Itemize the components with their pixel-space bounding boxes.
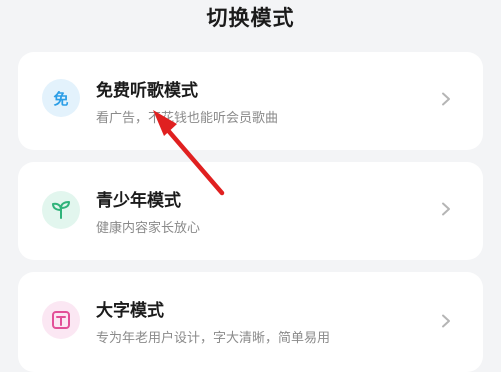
- text-size-icon: [42, 301, 80, 339]
- mode-subtitle: 健康内容家长放心: [96, 221, 201, 236]
- text-size-icon-svg: [52, 311, 70, 329]
- chevron-right-icon: [442, 202, 450, 216]
- sprout-icon-svg: [52, 201, 70, 219]
- mode-card-teen[interactable]: 青少年模式 健康内容家长放心: [18, 162, 483, 260]
- mode-card-free-listening[interactable]: 免 免费听歌模式 看广告，不花钱也能听会员歌曲: [18, 52, 483, 150]
- free-icon-glyph: 免: [53, 89, 69, 108]
- mode-subtitle: 专为年老用户设计，字大清晰，简单易用: [96, 331, 331, 346]
- mode-title: 青少年模式: [96, 191, 181, 211]
- mode-subtitle: 看广告，不花钱也能听会员歌曲: [96, 111, 279, 126]
- mode-card-large-text[interactable]: 大字模式 专为年老用户设计，字大清晰，简单易用: [18, 272, 483, 372]
- free-icon: 免: [42, 79, 80, 117]
- chevron-right-icon: [442, 92, 450, 106]
- mode-title: 大字模式: [96, 301, 164, 321]
- sprout-icon: [42, 191, 80, 229]
- chevron-right-icon: [442, 314, 450, 328]
- page-title: 切换模式: [206, 6, 295, 30]
- mode-title: 免费听歌模式: [96, 81, 198, 101]
